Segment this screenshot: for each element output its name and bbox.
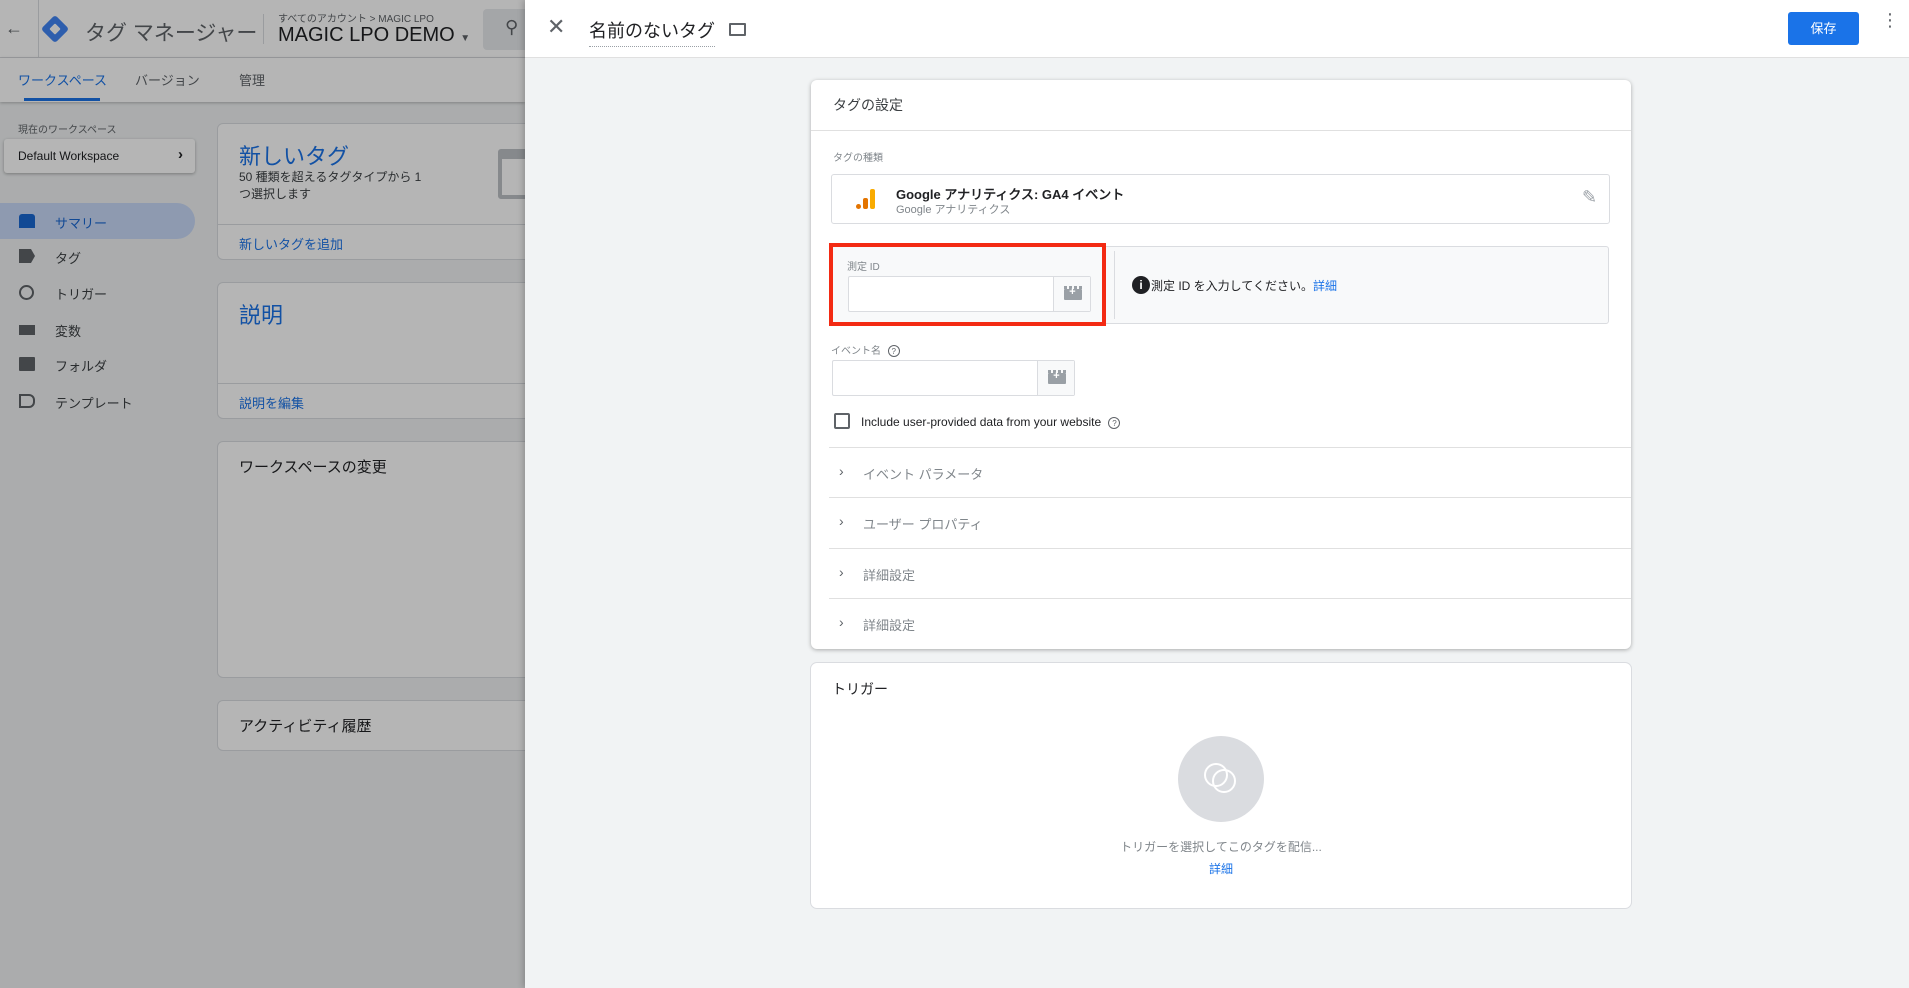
tag-type-subtitle: Google アナリティクス — [896, 204, 1011, 216]
save-button[interactable]: 保存 — [1788, 12, 1859, 45]
tag-name-input[interactable]: 名前のないタグ — [589, 17, 715, 47]
trigger-learn-more-link[interactable]: 詳細 — [1209, 860, 1233, 877]
variable-add-icon — [1048, 370, 1066, 384]
measurement-id-input[interactable] — [848, 276, 1091, 312]
modal-scrim[interactable] — [0, 0, 525, 988]
edit-pencil-icon[interactable]: ✎ — [1582, 187, 1597, 208]
folder-icon[interactable] — [729, 23, 746, 36]
variable-picker-button[interactable] — [1053, 277, 1090, 311]
google-analytics-icon — [856, 189, 876, 209]
user-data-checkbox-label[interactable]: Include user-provided data from your web… — [861, 415, 1121, 429]
trigger-placeholder-icon[interactable] — [1178, 736, 1264, 822]
section-label: 詳細設定 — [863, 568, 916, 583]
help-icon[interactable]: ? — [1108, 417, 1121, 429]
tag-type-selector[interactable]: Google アナリティクス: GA4 イベント Google アナリティクス … — [831, 174, 1610, 224]
save-label: 保存 — [1810, 21, 1837, 36]
tag-type-label: タグの種類 — [833, 153, 883, 164]
event-name-label: イベント名 ? — [831, 342, 900, 357]
chevron-right-icon: › — [839, 614, 844, 630]
close-icon[interactable]: ✕ — [547, 14, 565, 40]
event-name-label-text: イベント名 — [831, 346, 881, 357]
event-name-input[interactable] — [832, 360, 1075, 396]
section-label: イベント パラメータ — [863, 467, 984, 482]
section-event-parameters[interactable]: › イベント パラメータ — [829, 447, 1631, 497]
trigger-empty-text: トリガーを選択してこのタグを配信... — [1120, 840, 1322, 854]
help-icon[interactable]: ? — [887, 345, 900, 357]
user-data-checkbox[interactable] — [834, 413, 850, 429]
section-label: 詳細設定 — [863, 618, 916, 633]
chevron-right-icon: › — [839, 513, 844, 529]
info-message: 測定 ID を入力してください。詳細 — [1151, 277, 1337, 294]
info-learn-more-link[interactable]: 詳細 — [1313, 279, 1337, 293]
chevron-right-icon: › — [839, 463, 844, 479]
variable-add-icon — [1064, 286, 1082, 300]
measurement-id-label: 測定 ID — [847, 262, 880, 273]
trigger-heading: トリガー — [832, 681, 888, 697]
divider — [811, 130, 1631, 131]
divider — [1114, 251, 1115, 319]
panel-header: ✕ 名前のないタグ 保存 ⋮ — [525, 0, 1909, 58]
section-label: ユーザー プロパティ — [863, 517, 983, 532]
section-advanced-settings[interactable]: › 詳細設定 — [829, 548, 1631, 598]
info-icon: i — [1132, 276, 1150, 294]
info-text: 測定 ID を入力してください。 — [1151, 279, 1313, 293]
more-options-icon[interactable]: ⋮ — [1881, 11, 1899, 29]
chevron-right-icon: › — [839, 564, 844, 580]
section-user-properties[interactable]: › ユーザー プロパティ — [829, 497, 1631, 547]
variable-picker-button[interactable] — [1037, 361, 1074, 395]
section-advanced-settings-2[interactable]: › 詳細設定 — [829, 598, 1631, 648]
checkbox-label-text: Include user-provided data from your web… — [861, 415, 1102, 429]
tag-configuration-card: タグの設定 タグの種類 Google アナリティクス: GA4 イベント Goo… — [811, 80, 1631, 649]
tag-editor-panel: ✕ 名前のないタグ 保存 ⋮ タグの設定 タグの種類 Google アナリティク… — [525, 0, 1909, 988]
triggering-card[interactable]: トリガー トリガーを選択してこのタグを配信... 詳細 — [811, 663, 1631, 908]
config-heading: タグの設定 — [833, 97, 903, 113]
